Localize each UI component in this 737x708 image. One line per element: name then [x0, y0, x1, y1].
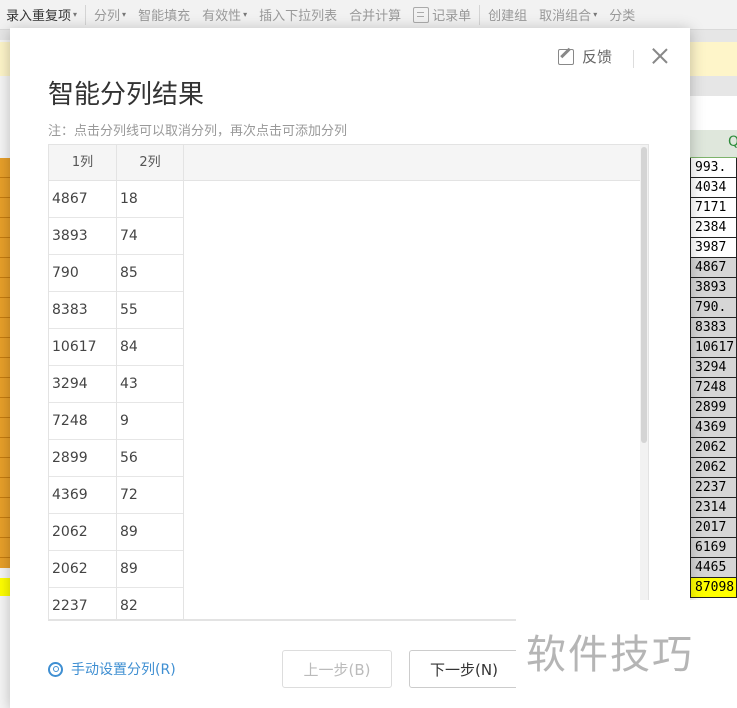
preview-cell: 72 — [117, 477, 183, 514]
preview-cell: 2237 — [49, 588, 116, 619]
sheet-cell[interactable]: 4034 — [690, 178, 737, 198]
sheet-cell[interactable]: 2237 — [690, 478, 737, 498]
preview-cell: 4369 — [49, 477, 116, 514]
sheet-cell[interactable]: 10617 — [690, 338, 737, 358]
sheet-cell[interactable]: 790. — [690, 298, 737, 318]
gear-icon — [48, 661, 63, 677]
form-icon — [413, 6, 430, 23]
toolbar-item-2[interactable]: 智能填充 — [132, 0, 196, 29]
toolbar-item-3[interactable]: 有效性 ▾ — [196, 0, 253, 29]
preview-cell: 7248 — [49, 403, 116, 440]
preview-cell: 8383 — [49, 292, 116, 329]
toolbar-item-label: 分列 — [94, 9, 121, 24]
toolbar-item-label: 插入下拉列表 — [259, 9, 338, 24]
prev-step-button[interactable]: 上一步(B) — [282, 650, 392, 688]
preview-cell: 55 — [117, 292, 183, 329]
toolbar-item-label: 创建组 — [488, 9, 528, 24]
preview-cell: 2062 — [49, 551, 116, 588]
sheet-cell[interactable]: 2384 — [690, 218, 737, 238]
sheet-cell[interactable]: 3893 — [690, 278, 737, 298]
sheet-cell[interactable]: 3987 — [690, 238, 737, 258]
sheet-cell[interactable]: 2062 — [690, 438, 737, 458]
toolbar-separator — [479, 4, 481, 25]
close-icon[interactable] — [650, 46, 670, 66]
chevron-down-icon: ▾ — [73, 10, 78, 19]
preview-cell: 74 — [117, 218, 183, 255]
scrollbar-thumb[interactable] — [641, 147, 647, 443]
sheet-cell[interactable]: 2899 — [690, 398, 737, 418]
toolbar-item-label: 有效性 — [202, 9, 242, 24]
dialog-title: 智能分列结果 — [48, 80, 205, 110]
column-header-q[interactable]: Q — [690, 130, 737, 158]
manual-split-label: 手动设置分列(R) — [71, 662, 176, 678]
preview-column-2[interactable]: 2列 18 74 85 55 84 43 9 56 72 89 89 82 — [117, 145, 184, 619]
feedback-label: 反馈 — [582, 48, 613, 66]
toolbar-item-label: 录入重复项 — [6, 9, 72, 24]
sheet-cell[interactable]: 6169 — [690, 538, 737, 558]
toolbar-item-0[interactable]: 录入重复项 ▾ — [0, 0, 83, 29]
edit-icon — [558, 48, 574, 65]
preview-scrollbar[interactable] — [640, 145, 648, 619]
preview-cell: 10617 — [49, 329, 116, 366]
sheet-cell[interactable]: 2017 — [690, 518, 737, 538]
sheet-cell[interactable]: 4867 — [690, 258, 737, 278]
preview-cell: 43 — [117, 366, 183, 403]
sheet-cell[interactable]: 993. — [690, 158, 737, 178]
preview-column-header[interactable]: 1列 — [49, 145, 116, 181]
sheet-column-cells: 993. 4034 7171 2384 3987 4867 3893 790. 8383 1061… — [690, 158, 737, 598]
preview-cell: 4867 — [49, 181, 116, 218]
sheet-cell[interactable]: 7171 — [690, 198, 737, 218]
preview-cell: 84 — [117, 329, 183, 366]
toolbar-item-label: 取消组合 — [539, 9, 592, 24]
toolbar-item-label: 合并计算 — [349, 9, 402, 24]
sheet-cell[interactable]: 7248 — [690, 378, 737, 398]
toolbar-item-label: 记录单 — [432, 9, 472, 24]
sheet-cell[interactable]: 2314 — [690, 498, 737, 518]
toolbar-item-9[interactable]: 分类 — [603, 0, 641, 29]
next-step-button[interactable]: 下一步(N) — [409, 650, 519, 688]
sheet-cell[interactable]: 4465 — [690, 558, 737, 578]
toolbar-item-5[interactable]: 合并计算 — [343, 0, 407, 29]
preview-cell: 18 — [117, 181, 183, 218]
preview-cell: 3294 — [49, 366, 116, 403]
preview-cell: 3893 — [49, 218, 116, 255]
manual-split-link[interactable]: 手动设置分列(R) — [48, 659, 176, 679]
sheet-cell[interactable]: 4369 — [690, 418, 737, 438]
feedback-button[interactable]: 反馈 — [558, 46, 612, 67]
preview-cell: 790 — [49, 255, 116, 292]
preview-cell: 2899 — [49, 440, 116, 477]
watermark: 软件技巧 — [516, 600, 737, 708]
toolbar-item-6[interactable]: 记录单 — [407, 0, 477, 29]
toolbar-item-7[interactable]: 创建组 — [482, 0, 533, 29]
preview-column-1[interactable]: 1列 4867 3893 790 8383 10617 3294 7248 2899 4369 20… — [49, 145, 117, 619]
preview-cell: 9 — [117, 403, 183, 440]
sheet-total-cell-left — [0, 578, 10, 596]
preview-cell: 85 — [117, 255, 183, 292]
preview-column-header[interactable]: 2列 — [117, 145, 183, 181]
sheet-orange-cells — [0, 158, 10, 568]
preview-cell: 2062 — [49, 514, 116, 551]
toolbar-item-1[interactable]: 分列 ▾ — [88, 0, 132, 29]
preview-cell: 89 — [117, 551, 183, 588]
dialog-note: 注：点击分列线可以取消分列，再次点击可添加分列 — [48, 124, 348, 139]
chevron-down-icon: ▾ — [122, 10, 127, 19]
sheet-cell[interactable]: 3294 — [690, 358, 737, 378]
toolbar-item-label: 智能填充 — [138, 9, 191, 24]
ribbon-toolbar: 录入重复项 ▾ 分列 ▾ 智能填充 有效性 ▾ 插入下拉列表 合并计算 记录单 创建组 取消组合 ▾ 分类 — [0, 0, 737, 30]
toolbar-item-8[interactable]: 取消组合 ▾ — [533, 0, 603, 29]
split-preview-table: 1列 4867 3893 790 8383 10617 3294 7248 2899 4369 20… — [48, 144, 649, 620]
sheet-cell[interactable]: 87098 — [690, 578, 737, 598]
preview-cell: 56 — [117, 440, 183, 477]
header-divider — [633, 50, 634, 68]
toolbar-item-label: 分类 — [609, 9, 636, 24]
preview-cell: 89 — [117, 514, 183, 551]
toolbar-separator — [85, 4, 87, 25]
preview-cell: 82 — [117, 588, 183, 619]
sheet-cell[interactable]: 8383 — [690, 318, 737, 338]
sheet-cell[interactable]: 2062 — [690, 458, 737, 478]
toolbar-item-4[interactable]: 插入下拉列表 — [253, 0, 343, 29]
chevron-down-icon: ▾ — [243, 10, 248, 19]
chevron-down-icon: ▾ — [593, 10, 598, 19]
